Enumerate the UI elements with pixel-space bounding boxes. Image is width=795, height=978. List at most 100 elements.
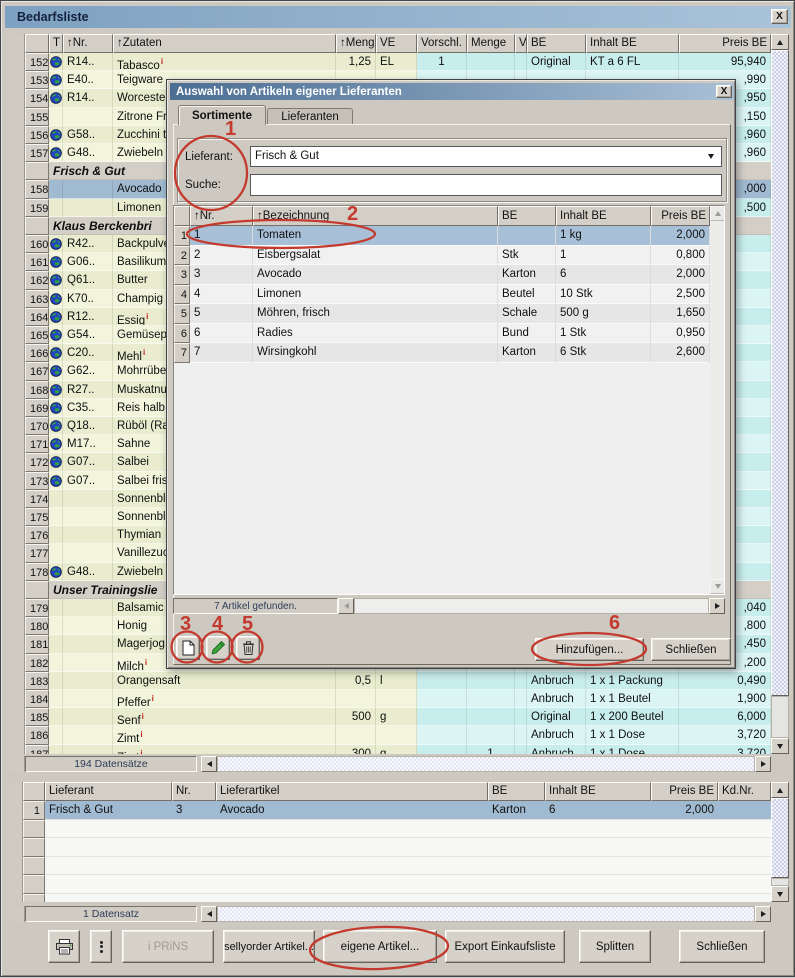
cell-nr[interactable]: 2 — [190, 246, 253, 266]
cell-nr[interactable] — [63, 672, 113, 690]
scroll-thumb[interactable] — [771, 50, 789, 696]
cell-z[interactable]: Zimti — [113, 726, 336, 744]
cell-ih[interactable]: 1 x 1 Dose — [586, 726, 679, 744]
scroll-up-arrow[interactable] — [710, 206, 725, 221]
cell-nr[interactable]: R12.. — [63, 308, 113, 326]
cell-p[interactable]: 1,650 — [651, 304, 710, 324]
column-header[interactable]: Preis BE — [651, 206, 710, 226]
cell-t[interactable] — [49, 108, 63, 126]
cell-kd[interactable] — [718, 801, 771, 820]
column-header[interactable]: ↑Nr. — [190, 206, 253, 226]
cell-be[interactable] — [498, 226, 556, 246]
column-header[interactable]: ↑Zutaten — [113, 34, 336, 53]
cell-be[interactable]: Stk — [498, 246, 556, 266]
row-number[interactable]: 183 — [25, 672, 49, 690]
cell-m2[interactable] — [467, 726, 515, 744]
cell-be[interactable]: Anbruch — [527, 672, 586, 690]
cell-nr[interactable]: Q18.. — [63, 417, 113, 435]
cell-vs[interactable] — [417, 690, 467, 708]
cell-t[interactable] — [49, 526, 63, 544]
cell-t[interactable] — [49, 308, 63, 326]
column-header[interactable] — [23, 782, 45, 801]
cell-t[interactable] — [49, 708, 63, 726]
cell-p[interactable]: 2,000 — [651, 265, 710, 285]
cell-nr[interactable] — [63, 180, 113, 198]
cell-nr[interactable] — [63, 690, 113, 708]
eigene-artikel-button[interactable]: eigene Artikel... — [323, 930, 437, 963]
cell-nr[interactable]: K70.. — [63, 290, 113, 308]
column-header[interactable]: BE — [527, 34, 586, 53]
cell-ih[interactable]: 6 Stk — [556, 343, 651, 363]
cell-nr[interactable] — [63, 199, 113, 217]
bottom-vertical-scrollbar[interactable] — [771, 782, 789, 902]
cell-nr[interactable] — [63, 108, 113, 126]
cell-t[interactable] — [49, 617, 63, 635]
dialog-vertical-scrollbar[interactable] — [710, 206, 725, 594]
cell-v[interactable] — [515, 726, 527, 744]
row-number[interactable]: 2 — [174, 246, 190, 266]
cell-t[interactable] — [49, 508, 63, 526]
cell-p[interactable]: 3,720 — [679, 745, 771, 754]
cell-be[interactable]: Karton — [498, 265, 556, 285]
cell-nr[interactable]: G07.. — [63, 453, 113, 471]
cell-t[interactable] — [49, 563, 63, 581]
cell-ih[interactable]: 6 — [556, 265, 651, 285]
cell-nr[interactable] — [63, 654, 113, 672]
row-number[interactable]: 157 — [25, 144, 49, 162]
cell-m[interactable]: 0,5 — [336, 672, 376, 690]
cell-t[interactable] — [49, 654, 63, 672]
column-header[interactable]: Inhalt BE — [556, 206, 651, 226]
cell-lf[interactable]: Frisch & Gut — [45, 801, 172, 820]
cell-p[interactable]: 2,600 — [651, 343, 710, 363]
cell-bez[interactable]: Limonen — [253, 285, 498, 305]
row-number[interactable]: 6 — [174, 324, 190, 344]
cell-nr[interactable] — [63, 490, 113, 508]
cell-m[interactable]: 500 — [336, 708, 376, 726]
cell-t[interactable] — [49, 199, 63, 217]
hinzufuegen-button[interactable]: Hinzufügen... — [535, 638, 644, 661]
cell-z[interactable]: Senfi — [113, 708, 336, 726]
cell-t[interactable] — [49, 344, 63, 362]
row-number[interactable]: 173 — [25, 472, 49, 490]
more-options-button[interactable] — [90, 930, 112, 963]
row-number[interactable]: 181 — [25, 635, 49, 653]
cell-m[interactable] — [336, 726, 376, 744]
row-number[interactable]: 187 — [25, 745, 49, 754]
cell-ih[interactable]: 1 — [556, 246, 651, 266]
cell-t[interactable] — [49, 399, 63, 417]
lieferant-combobox[interactable]: Frisch & Gut — [250, 146, 722, 167]
row-number[interactable]: 161 — [25, 253, 49, 271]
cell-vs[interactable] — [417, 708, 467, 726]
scroll-left-arrow[interactable] — [201, 756, 217, 772]
cell-t[interactable] — [49, 53, 63, 71]
cell-t[interactable] — [49, 290, 63, 308]
row-number[interactable]: 5 — [174, 304, 190, 324]
row-number[interactable]: 156 — [25, 126, 49, 144]
cell-nr[interactable] — [63, 508, 113, 526]
row-number[interactable]: 171 — [25, 435, 49, 453]
cell-nr[interactable]: C20.. — [63, 344, 113, 362]
cell-z[interactable]: Tabascoi — [113, 53, 336, 71]
cell-bez[interactable]: Wirsingkohl — [253, 343, 498, 363]
column-header[interactable]: Lieferant — [45, 782, 172, 801]
column-header[interactable]: ↑Bezeichnung — [253, 206, 498, 226]
row-number[interactable]: 162 — [25, 271, 49, 289]
cell-m2[interactable] — [467, 708, 515, 726]
cell-v[interactable] — [515, 53, 527, 71]
column-header[interactable]: V — [515, 34, 527, 53]
scroll-up-arrow[interactable] — [771, 782, 789, 798]
cell-nr[interactable]: G48.. — [63, 144, 113, 162]
scroll-down-arrow[interactable] — [771, 738, 789, 754]
cell-p[interactable]: 0,490 — [679, 672, 771, 690]
empty-row[interactable] — [45, 838, 771, 857]
cell-ve[interactable]: l — [376, 672, 417, 690]
cell-m2[interactable] — [467, 690, 515, 708]
cell-vs[interactable] — [417, 726, 467, 744]
row-number[interactable]: 167 — [25, 362, 49, 380]
row-number[interactable]: 169 — [25, 399, 49, 417]
row-number[interactable]: 1 — [23, 801, 45, 820]
cell-v[interactable] — [515, 708, 527, 726]
row-number[interactable]: 7 — [174, 343, 190, 363]
cell-nr[interactable]: E40.. — [63, 71, 113, 89]
cell-ve[interactable] — [376, 690, 417, 708]
